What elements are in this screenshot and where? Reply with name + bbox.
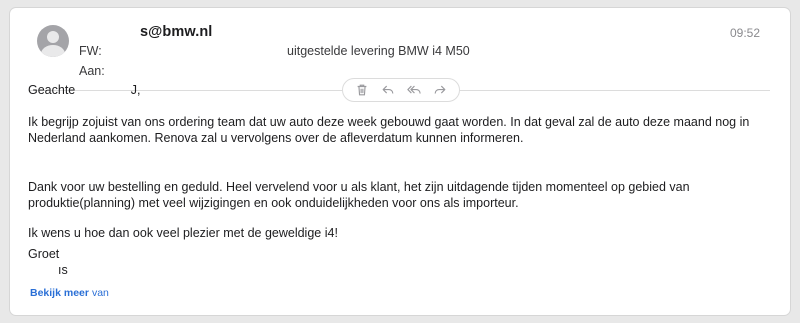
see-more-suffix: van [91, 287, 109, 299]
see-more-link[interactable]: Bekijk meer van [30, 287, 109, 299]
forward-icon [434, 85, 446, 94]
reply-icon [382, 85, 394, 94]
forward-button[interactable] [430, 80, 450, 100]
message-actions-toolbar [342, 78, 460, 102]
subject-text: uitgestelde levering BMW i4 M50 [287, 44, 470, 58]
reply-all-icon [407, 85, 421, 94]
trash-icon [357, 84, 367, 96]
see-more-label: Bekijk meer [30, 287, 89, 299]
to-label: Aan: [79, 64, 105, 78]
sender-address: s@bmw.nl [140, 24, 213, 40]
reply-all-button[interactable] [404, 80, 424, 100]
sender-avatar [37, 25, 69, 57]
avatar-head-shape [47, 31, 59, 43]
greeting-tail: J, [130, 83, 141, 97]
greeting-word: Geachte [28, 83, 76, 97]
greeting-line: Geachte J, [28, 82, 140, 98]
signoff: Groet [28, 247, 60, 261]
reply-button[interactable] [378, 80, 398, 100]
body-paragraph-1: Ik begrijp zojuist van ons ordering team… [28, 115, 750, 145]
signature: ıs [58, 263, 68, 277]
delete-button[interactable] [352, 80, 372, 100]
received-time: 09:52 [729, 26, 760, 40]
avatar-body-shape [41, 45, 65, 57]
body-paragraph-3: Ik wens u hoe dan ook veel plezier met d… [28, 226, 338, 240]
body-paragraph-2: Dank voor uw bestelling en geduld. Heel … [28, 180, 690, 210]
subject-label: FW: [79, 44, 102, 58]
email-card: s@bmw.nl 09:52 FW: uitgestelde levering … [10, 8, 790, 315]
